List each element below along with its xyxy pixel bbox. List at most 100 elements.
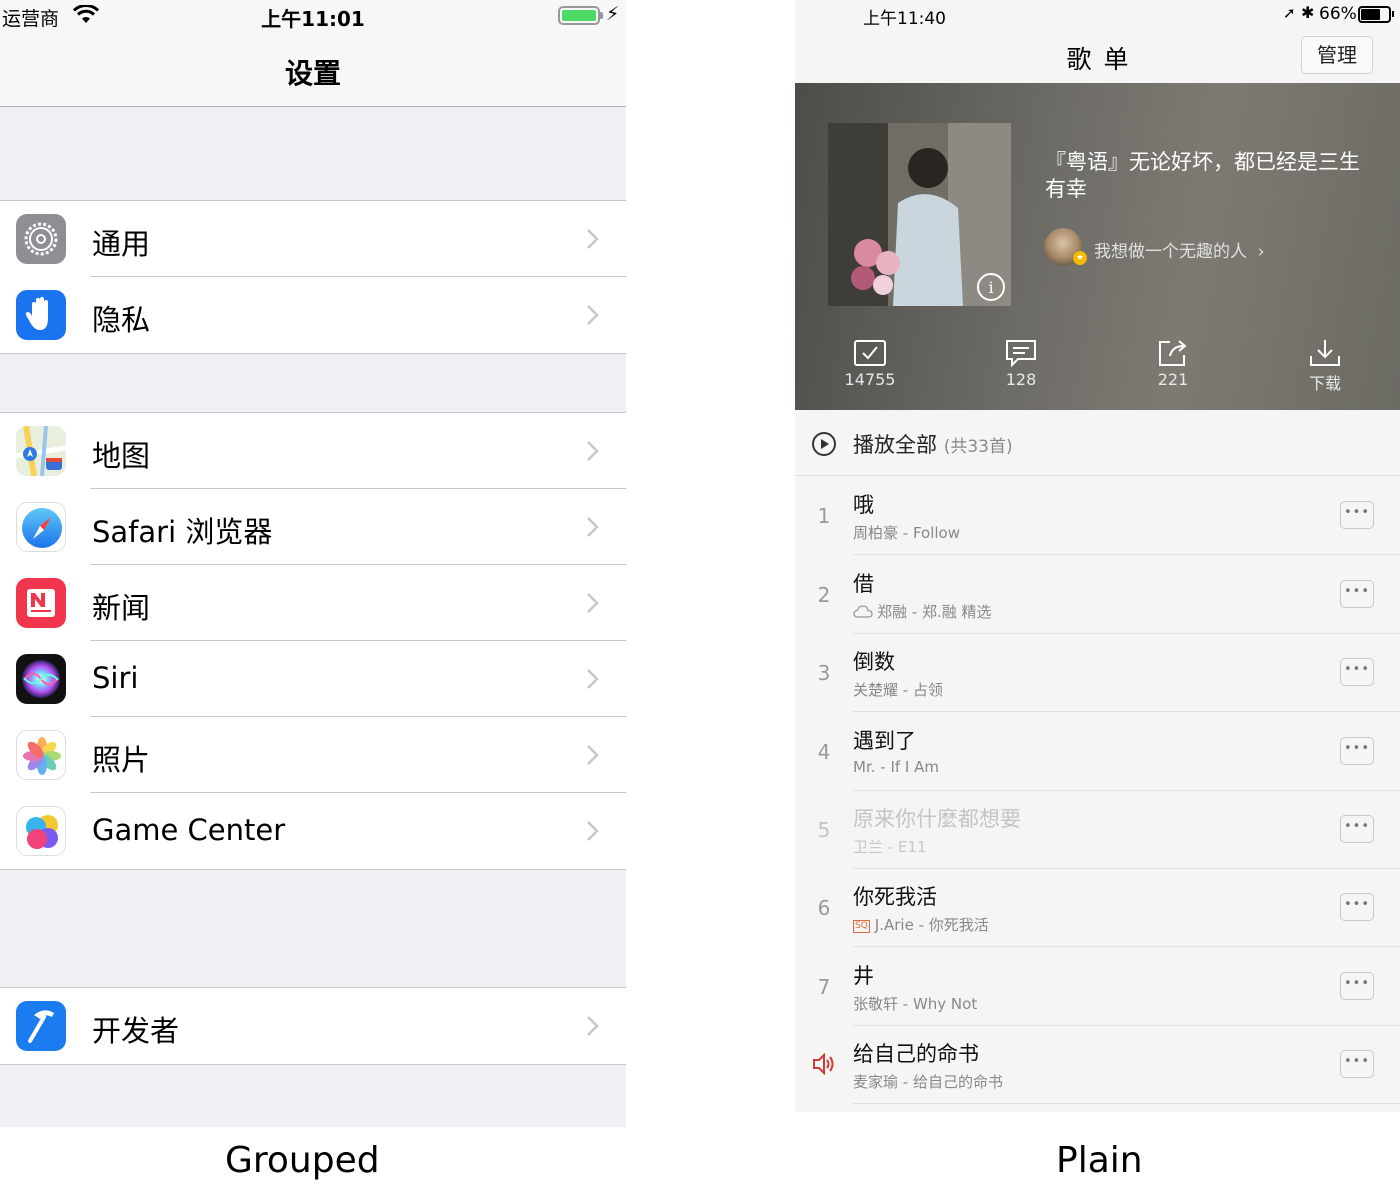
creator-link[interactable]: 我想做一个无趣的人 › [1094,237,1265,262]
more-options-button[interactable]: ••• [1340,737,1374,765]
track-number: 6 [817,896,831,920]
grouped-settings-screen: 运营商 上午11:01 ⚡ 设置 通用 隐私 地图 Safari 浏览器 新闻 … [0,0,626,1127]
track-number: 1 [817,504,831,528]
settings-row-label: 新闻 [92,591,151,625]
settings-row-label: 照片 [92,743,151,777]
track-artist: Mr. - If I Am [853,758,939,776]
download-icon [1310,340,1340,366]
creator-name: 我想做一个无趣的人 [1094,242,1247,262]
share-count: 221 [1157,370,1189,389]
playlist-header: i 『粤语』无论好坏，都已经是三生有幸 ★ 我想做一个无趣的人 › 14755 … [795,83,1400,410]
track-number: 2 [817,583,831,607]
track-artist: 卫兰 - E11 [853,838,927,856]
cloud-icon [853,605,873,618]
track-artist: 周柏豪 - Follow [853,524,960,542]
maps-icon [16,426,66,476]
settings-row-privacy[interactable]: 隐私 [0,277,626,353]
track-row[interactable]: 4 遇到了 Mr. - If I Am ••• [795,712,1400,791]
track-number: 4 [817,740,831,764]
settings-row-news[interactable]: 新闻 [0,565,626,641]
track-title: 倒数 [853,650,895,674]
track-row[interactable]: 7 井 张敬轩 - Why Not ••• [795,947,1400,1026]
download-label: 下载 [1308,374,1341,393]
track-row-playing[interactable]: 给自己的命书 麦家瑜 - 给自己的命书 ••• [795,1025,1400,1104]
settings-row-safari[interactable]: Safari 浏览器 [0,489,626,565]
play-circle-icon [812,432,836,456]
settings-row-label: 开发者 [92,1014,180,1048]
hammer-icon [16,1001,66,1051]
download-button[interactable]: 下载 [1275,338,1375,394]
track-row[interactable]: 2 借 郑融 - 郑.融 精选 ••• [795,555,1400,634]
play-all-text: 播放全部 [853,433,937,457]
settings-group-3: 开发者 [0,987,626,1065]
track-artist: 张敬轩 - Why Not [853,995,978,1013]
track-row[interactable]: 1 哦 周柏豪 - Follow ••• [795,476,1400,555]
collect-count: 14755 [844,370,896,389]
play-all-row[interactable]: 播放全部 (共33首) [795,410,1400,476]
settings-row-label: Siri [92,661,139,695]
playlist-cover-image[interactable]: i [828,123,1011,306]
battery-tip [600,12,603,19]
more-options-button[interactable]: ••• [1340,893,1374,921]
plain-playlist-screen: 上午11:40 ➚ ✱ 66% 歌单 管理 i 『粤语』无论好坏，都已经是三生有… [795,0,1400,1112]
track-artist: J.Arie - 你死我活 [874,916,989,934]
sq-quality-badge: SQ [853,920,870,933]
settings-row-developer[interactable]: 开发者 [0,988,626,1064]
row-separator [853,1103,1400,1104]
chevron-right-icon [587,229,599,249]
status-bar: 上午11:40 ➚ ✱ 66% [795,0,1400,29]
chevron-right-icon [587,305,599,325]
track-number: 3 [817,661,831,685]
more-options-button[interactable]: ••• [1340,580,1374,608]
settings-row-general[interactable]: 通用 [0,201,626,277]
track-artist: 郑融 - 郑.融 精选 [877,603,992,621]
game-center-icon [16,806,66,856]
settings-row-maps[interactable]: 地图 [0,413,626,489]
track-subtitle: 郑融 - 郑.融 精选 [853,601,992,622]
comment-count: 128 [1005,370,1037,389]
star-badge-icon: ★ [1073,251,1087,265]
news-icon [16,578,66,628]
svg-text:i: i [988,278,993,297]
playlist-name: 『粤语』无论好坏，都已经是三生有幸 [1045,150,1360,201]
track-title: 借 [853,572,874,596]
track-artist: 麦家瑜 - 给自己的命书 [853,1073,1003,1091]
settings-row-label: 通用 [92,227,151,261]
more-options-button[interactable]: ••• [1340,815,1374,843]
battery-tip [1392,11,1394,17]
caption-grouped: Grouped [225,1140,380,1181]
settings-row-photos[interactable]: 照片 [0,717,626,793]
chevron-right-icon [587,1016,599,1036]
more-options-button[interactable]: ••• [1340,972,1374,1000]
track-row[interactable]: 6 你死我活 SQ J.Arie - 你死我活 ••• [795,868,1400,947]
track-row[interactable]: 3 倒数 关楚耀 - 占领 ••• [795,633,1400,712]
battery-icon [1358,6,1391,23]
chevron-right-icon [587,441,599,461]
settings-group-2: 地图 Safari 浏览器 新闻 Siri 照片 Game Center [0,412,626,870]
comment-button[interactable]: 128 [971,338,1071,389]
track-subtitle: SQ J.Arie - 你死我活 [853,914,989,935]
more-options-button[interactable]: ••• [1340,501,1374,529]
track-title: 哦 [853,493,874,517]
hand-icon [16,290,66,340]
more-options-button[interactable]: ••• [1340,658,1374,686]
photos-icon [16,730,66,780]
settings-row-label: Safari 浏览器 [92,515,273,549]
share-button[interactable]: 221 [1123,338,1223,389]
status-time: 上午11:40 [863,9,946,29]
battery-icon [558,6,600,25]
manage-button[interactable]: 管理 [1301,36,1373,74]
bluetooth-icon: ✱ [1301,3,1315,22]
track-title: 你死我活 [853,885,937,909]
charging-icon: ⚡ [606,3,620,25]
siri-icon [16,654,66,704]
page-title: 设置 [284,57,341,90]
settings-row-game-center[interactable]: Game Center [0,793,626,869]
track-artist: 关楚耀 - 占领 [853,681,943,699]
settings-row-siri[interactable]: Siri [0,641,626,717]
speaker-playing-icon [813,1053,834,1075]
collect-button[interactable]: 14755 [820,338,920,389]
gear-icon [16,214,66,264]
track-row-unavailable[interactable]: 5 原来你什麼都想要 卫兰 - E11 ••• [795,790,1400,869]
more-options-button[interactable]: ••• [1340,1050,1374,1078]
